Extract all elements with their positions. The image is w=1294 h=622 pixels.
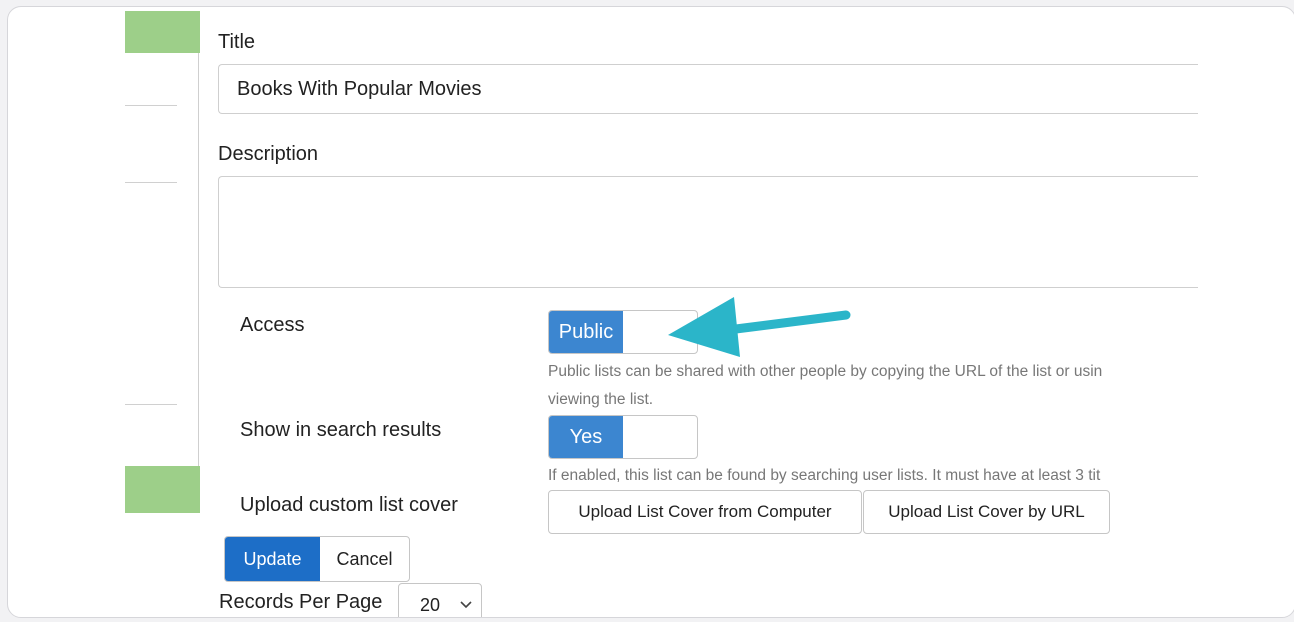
annotation-arrow-icon: [668, 297, 851, 357]
upload-cover-url-button[interactable]: Upload List Cover by URL: [863, 490, 1110, 534]
description-textarea[interactable]: [218, 176, 1198, 288]
sidebar-divider: [125, 105, 177, 106]
cancel-button[interactable]: Cancel: [320, 537, 409, 581]
sidebar-divider: [125, 182, 177, 183]
sidebar-accent-top[interactable]: [125, 11, 200, 53]
description-label: Description: [218, 143, 319, 165]
title-label: Title: [218, 31, 256, 53]
search-visibility-toggle[interactable]: Yes: [548, 415, 698, 459]
update-button[interactable]: Update: [225, 537, 320, 581]
records-per-page-label: Records Per Page: [219, 591, 383, 613]
records-per-page-value: 20: [420, 595, 441, 615]
sidebar-accent-bottom[interactable]: [125, 466, 200, 513]
title-input[interactable]: Books With Popular Movies: [218, 64, 1198, 114]
search-help-text: If enabled, this list can be found by se…: [548, 467, 1101, 484]
form-actions: Update Cancel: [224, 536, 410, 582]
search-visibility-label: Show in search results: [240, 419, 442, 441]
sidebar-border: [198, 53, 199, 466]
access-label: Access: [240, 314, 305, 336]
chevron-down-icon: [460, 601, 472, 609]
search-visibility-toggle-value: Yes: [549, 416, 623, 458]
access-toggle-value: Public: [549, 311, 623, 353]
records-per-page-select[interactable]: 20: [398, 583, 482, 617]
access-help-text: Public lists can be shared with other pe…: [548, 363, 1103, 380]
sidebar-divider: [125, 404, 177, 405]
access-help-text-2: viewing the list.: [548, 391, 654, 408]
upload-cover-label: Upload custom list cover: [240, 494, 458, 516]
list-edit-panel: Title Books With Popular Movies Descript…: [7, 6, 1294, 618]
upload-cover-computer-button[interactable]: Upload List Cover from Computer: [548, 490, 862, 534]
